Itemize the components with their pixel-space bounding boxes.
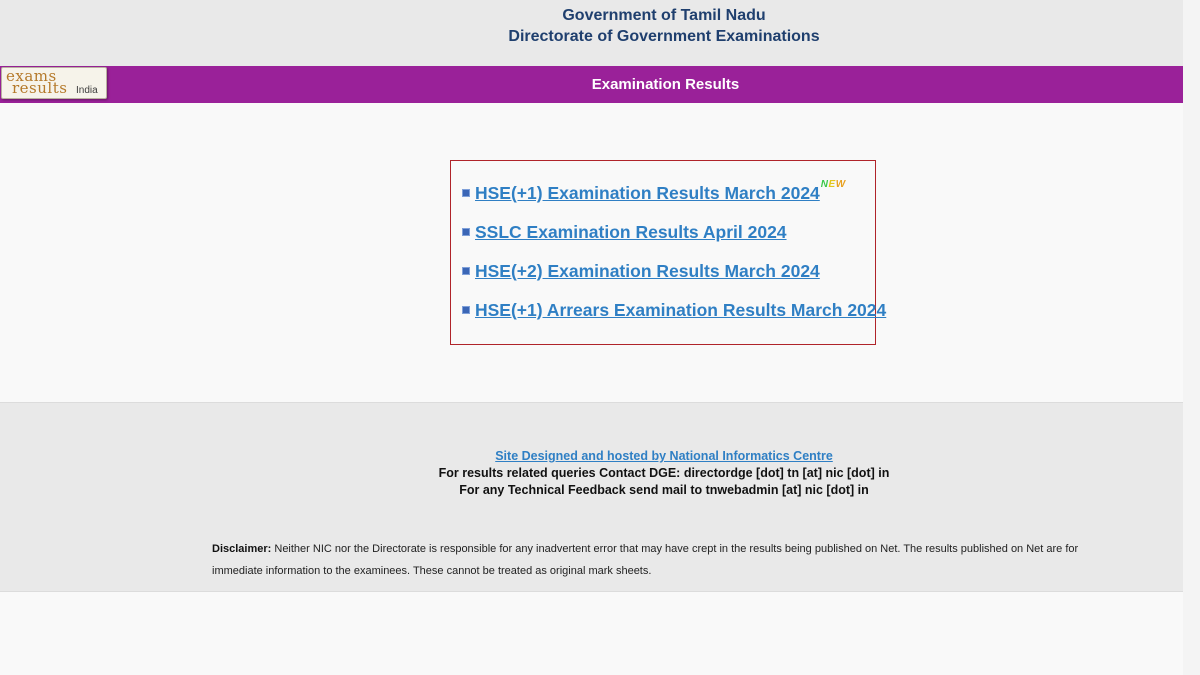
hse1-arrears-results-link[interactable]: HSE(+1) Arrears Examination Results Marc… bbox=[475, 300, 886, 320]
list-item: HSE(+1) Arrears Examination Results Marc… bbox=[462, 300, 886, 322]
list-item: SSLC Examination Results April 2024 bbox=[462, 222, 787, 244]
bullet-icon bbox=[462, 305, 470, 314]
bullet-icon bbox=[462, 227, 470, 236]
results-title-bar: exams results India Examination Results bbox=[0, 66, 1183, 103]
bullet-icon bbox=[462, 266, 470, 275]
results-links-box: HSE(+1) Examination Results March 2024NE… bbox=[450, 160, 886, 345]
header-directorate: Directorate of Government Examinations bbox=[508, 28, 820, 45]
list-item: HSE(+1) Examination Results March 2024NE… bbox=[462, 179, 846, 205]
disclaimer-label: Disclaimer: bbox=[212, 543, 272, 555]
examination-results-title: Examination Results bbox=[591, 76, 740, 93]
hse2-results-link[interactable]: HSE(+2) Examination Results March 2024 bbox=[475, 261, 820, 281]
disclaimer-text: Neither NIC nor the Directorate is respo… bbox=[212, 543, 1079, 577]
sslc-results-link[interactable]: SSLC Examination Results April 2024 bbox=[475, 222, 787, 242]
nic-link[interactable]: Site Designed and hosted by National Inf… bbox=[495, 449, 833, 463]
page: Government of Tamil Nadu Directorate of … bbox=[0, 0, 1200, 675]
scrollbar-gutter bbox=[1183, 0, 1200, 675]
footer-contact-block: Site Designed and hosted by National Inf… bbox=[0, 448, 1183, 499]
site-header: Government of Tamil Nadu Directorate of … bbox=[0, 0, 1183, 66]
bullet-icon bbox=[462, 188, 470, 197]
site-footer: Site Designed and hosted by National Inf… bbox=[0, 402, 1183, 592]
feedback-text: For any Technical Feedback send mail to … bbox=[459, 483, 869, 497]
new-badge-icon: NEW bbox=[820, 179, 846, 190]
hse1-results-link[interactable]: HSE(+1) Examination Results March 2024 bbox=[475, 183, 820, 203]
header-government: Government of Tamil Nadu bbox=[562, 7, 766, 24]
list-item: HSE(+2) Examination Results March 2024 bbox=[462, 261, 820, 283]
disclaimer: Disclaimer: Neither NIC nor the Director… bbox=[212, 538, 1127, 582]
contact-text: For results related queries Contact DGE:… bbox=[438, 466, 890, 480]
